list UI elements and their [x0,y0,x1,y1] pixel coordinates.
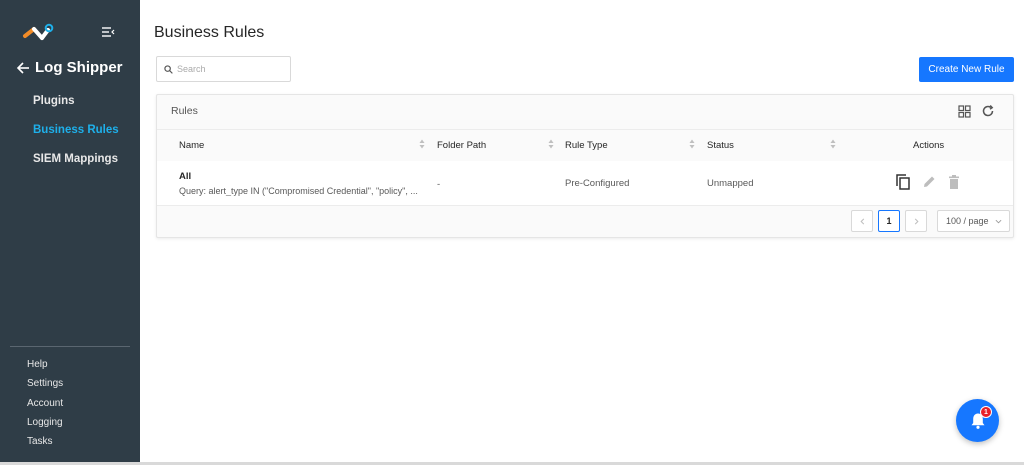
rule-folder-path: - [437,179,441,190]
column-header-actions: Actions [913,140,945,151]
create-new-rule-button[interactable]: Create New Rule [919,57,1014,82]
copy-icon[interactable] [896,174,910,190]
pagination-prev-button[interactable] [851,210,873,232]
chevron-left-icon [859,218,864,224]
logo-icon [23,23,54,40]
sidebar-item-plugins[interactable]: Plugins [33,94,119,123]
back-to-log-shipper[interactable]: Log Shipper [16,59,123,76]
rule-type: Pre-Configured [565,178,630,189]
page-size-value: 100 / page [946,216,989,226]
sidebar: Log Shipper Plugins Business Rules SIEM … [0,0,140,465]
sidebar-item-help[interactable]: Help [27,359,63,378]
sidebar-item-business-rules[interactable]: Business Rules [33,123,119,152]
sort-icon[interactable] [548,139,554,149]
card-header: Rules [157,95,1013,129]
rule-query: Query: alert_type IN ("Compromised Crede… [179,186,418,196]
sidebar-item-account[interactable]: Account [27,398,63,417]
column-header-status[interactable]: Status [707,140,734,151]
search-box[interactable] [156,56,291,82]
sort-icon[interactable] [830,139,836,149]
notification-button[interactable] [956,399,999,442]
page-title: Business Rules [154,24,265,41]
sidebar-bottom-nav: Help Settings Account Logging Tasks [27,359,63,455]
edit-icon[interactable] [922,174,936,190]
sidebar-item-siem-mappings[interactable]: SIEM Mappings [33,152,119,181]
chevron-down-icon [995,219,1002,224]
notification-badge: 1 [980,406,992,418]
sidebar-divider [10,346,130,347]
page-size-select[interactable]: 100 / page [937,210,1010,232]
column-header-name[interactable]: Name [179,140,204,151]
table-row[interactable]: All Query: alert_type IN ("Compromised C… [157,161,1013,206]
arrow-left-icon [16,61,29,74]
rules-card: Rules Name Folder Path Rule Type Status … [156,94,1014,238]
sidebar-item-tasks[interactable]: Tasks [27,436,63,455]
column-header-folder-path[interactable]: Folder Path [437,140,486,151]
delete-icon[interactable] [947,174,961,190]
sidebar-item-settings[interactable]: Settings [27,378,63,397]
pagination-next-button[interactable] [905,210,927,232]
grid-icon[interactable] [958,105,971,118]
reload-icon[interactable] [981,104,995,118]
sort-icon[interactable] [689,139,695,149]
pagination-page-1[interactable]: 1 [878,210,900,232]
rule-name[interactable]: All [179,171,191,182]
sidebar-item-logging[interactable]: Logging [27,417,63,436]
table-header: Name Folder Path Rule Type Status Action… [157,129,1013,161]
card-title: Rules [171,105,198,117]
search-input[interactable] [177,64,282,74]
search-icon [164,64,173,74]
sort-icon[interactable] [419,139,425,149]
chevron-right-icon [914,218,919,224]
rule-status: Unmapped [707,178,754,189]
collapse-menu-icon[interactable] [101,25,115,39]
column-header-rule-type[interactable]: Rule Type [565,140,608,151]
back-label: Log Shipper [35,59,123,76]
sidebar-nav: Plugins Business Rules SIEM Mappings [33,94,119,181]
